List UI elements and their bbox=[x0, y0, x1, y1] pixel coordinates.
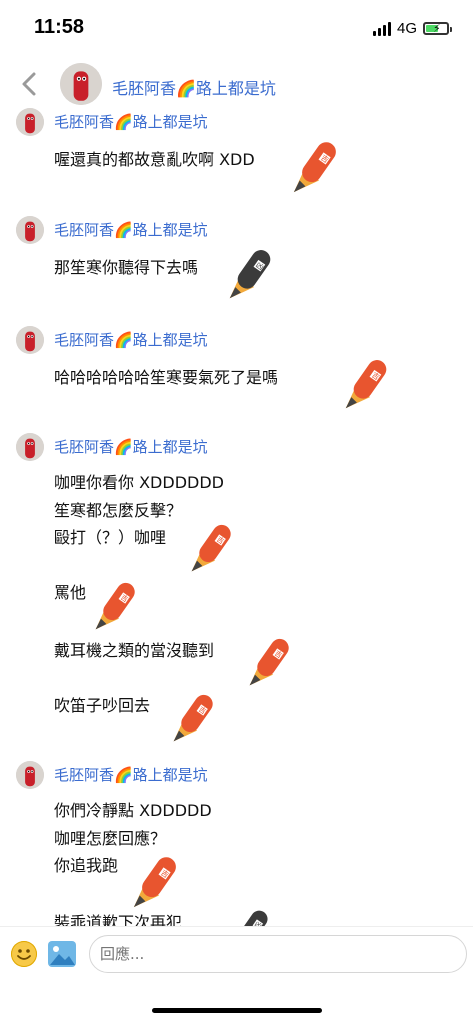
smiley-icon[interactable] bbox=[11, 941, 37, 967]
chevron-left-icon[interactable] bbox=[18, 70, 40, 98]
avatar[interactable] bbox=[16, 216, 44, 244]
sticker-daji-icon bbox=[130, 853, 188, 911]
sticker-daji-icon bbox=[246, 635, 300, 689]
sticker-xiaoxiong-icon bbox=[228, 907, 278, 926]
chat-header: 毛胚阿香🌈路上都是坑 bbox=[0, 56, 473, 112]
image-icon[interactable] bbox=[48, 941, 76, 967]
sticker-daji-icon bbox=[170, 691, 224, 745]
message-text: 你追我跑 bbox=[54, 856, 119, 875]
sticker-xiaoxiong-icon bbox=[226, 246, 282, 302]
sender-name[interactable]: 毛胚阿香🌈路上都是坑 bbox=[54, 436, 208, 457]
message-text: 毆打（？）咖哩 bbox=[54, 528, 167, 547]
avatar[interactable] bbox=[16, 108, 44, 136]
network-label: 4G bbox=[396, 20, 417, 37]
reply-input[interactable] bbox=[89, 935, 467, 973]
message-text: 喔還真的都故意亂吹啊 XDD bbox=[54, 150, 255, 169]
sender-name[interactable]: 毛胚阿香🌈路上都是坑 bbox=[54, 764, 208, 785]
avatar[interactable] bbox=[16, 433, 44, 461]
message-text: 戴耳機之類的當沒聽到 bbox=[54, 641, 215, 660]
battery-icon: ⚡ bbox=[423, 22, 452, 35]
sender-name[interactable]: 毛胚阿香🌈路上都是坑 bbox=[54, 111, 208, 132]
message-text: 裝乖道歉下次再犯 bbox=[54, 913, 183, 926]
chat-title[interactable]: 毛胚阿香🌈路上都是坑 bbox=[112, 75, 276, 99]
sender-name[interactable]: 毛胚阿香🌈路上都是坑 bbox=[54, 219, 208, 240]
message-text: 那笙寒你聽得下去嗎 bbox=[54, 258, 199, 277]
avatar[interactable] bbox=[60, 63, 102, 105]
status-indicators: 4G ⚡ bbox=[372, 20, 452, 37]
sender-name[interactable]: 毛胚阿香🌈路上都是坑 bbox=[54, 329, 208, 350]
message-text: 咖哩你看你 XDDDDDD bbox=[54, 473, 224, 492]
status-bar: 11:58 4G ⚡ bbox=[0, 0, 473, 56]
status-time: 11:58 bbox=[34, 16, 85, 38]
home-indicator[interactable] bbox=[152, 1008, 322, 1013]
message-text: 哈哈哈哈哈哈笙寒要氣死了是嗎 bbox=[54, 368, 279, 387]
message-text: 笙寒都怎麼反擊？ bbox=[54, 501, 183, 520]
avatar[interactable] bbox=[16, 761, 44, 789]
sticker-daji-icon bbox=[92, 579, 146, 633]
avatar[interactable] bbox=[16, 326, 44, 354]
sticker-daji-icon bbox=[290, 138, 348, 196]
sticker-daji-icon bbox=[188, 521, 242, 575]
message-text: 吹笛子吵回去 bbox=[54, 696, 151, 715]
message-text: 罵他 bbox=[54, 583, 87, 602]
sticker-daji-icon bbox=[342, 356, 398, 412]
signal-icon bbox=[372, 21, 391, 36]
message-text: 你們冷靜點 XDDDDD bbox=[54, 801, 212, 820]
message-list[interactable]: 毛胚阿香🌈路上都是坑 喔還真的都故意亂吹啊 XDD 毛胚阿香🌈路上都是坑 那笙寒… bbox=[0, 108, 473, 926]
reply-bar bbox=[0, 926, 473, 987]
message-text: 咖哩怎麼回應？ bbox=[54, 829, 167, 848]
